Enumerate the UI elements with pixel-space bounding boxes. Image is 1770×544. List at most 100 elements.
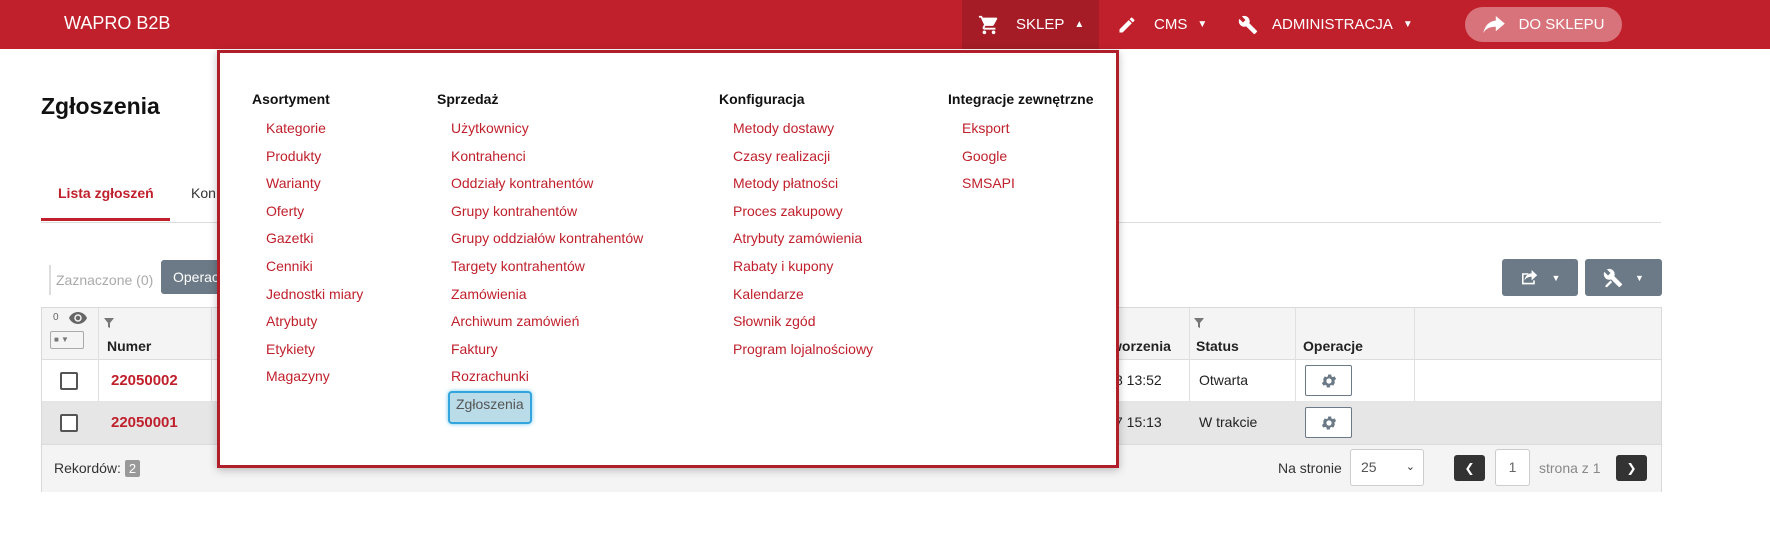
menu-item-cenniki[interactable]: Cenniki (252, 253, 363, 281)
row-operations-button[interactable] (1305, 365, 1352, 396)
menu-item-archiwum-zamowien[interactable]: Archiwum zamówień (437, 308, 643, 336)
sklep-dropdown-menu: Asortyment Kategorie Produkty Warianty O… (217, 50, 1119, 468)
selected-count: Zaznaczone (0) (49, 265, 153, 295)
menu-item-atrybuty-zamowienia[interactable]: Atrybuty zamówienia (719, 225, 873, 253)
go-to-shop-label: DO SKLEPU (1518, 16, 1605, 33)
menu-item-rabaty-kupony[interactable]: Rabaty i kupony (719, 253, 873, 281)
select-all-dropdown[interactable]: ■ ▼ (50, 331, 84, 349)
share-arrow-icon (1482, 15, 1505, 33)
menu-item-eksport[interactable]: Eksport (948, 115, 1094, 143)
menu-item-warianty[interactable]: Warianty (252, 170, 363, 198)
menu-item-rozrachunki[interactable]: Rozrachunki (437, 363, 643, 391)
column-numer[interactable]: Numer (107, 338, 151, 354)
menu-item-metody-platnosci[interactable]: Metody płatności (719, 170, 873, 198)
menu-item-uzytkownicy[interactable]: Użytkownicy (437, 115, 643, 143)
row-date: 8 13:52 (1115, 372, 1162, 388)
row-checkbox[interactable] (60, 372, 78, 390)
chevron-up-icon: ▲ (1074, 19, 1085, 30)
menu-column-asortyment: Asortyment Kategorie Produkty Warianty O… (252, 91, 363, 391)
menu-item-targety[interactable]: Targety kontrahentów (437, 253, 643, 281)
menu-item-google[interactable]: Google (948, 143, 1094, 171)
menu-item-program-lojalnosciowy[interactable]: Program lojalnościowy (719, 336, 873, 364)
gear-icon (1321, 415, 1336, 430)
menu-item-metody-dostawy[interactable]: Metody dostawy (719, 115, 873, 143)
nav-cms[interactable]: CMS ▼ (1117, 0, 1207, 49)
menu-heading: Sprzedaż (437, 91, 499, 107)
menu-heading: Integracje zewnętrzne (948, 91, 1094, 107)
gear-icon (1321, 373, 1336, 388)
caret-down-icon: ▼ (1551, 272, 1561, 283)
active-tab-indicator (41, 218, 170, 221)
nav-cms-label: CMS (1154, 16, 1188, 33)
wrench-icon (1238, 15, 1258, 34)
menu-item-czasy-realizacji[interactable]: Czasy realizacji (719, 143, 873, 171)
tab-second[interactable]: Kon (191, 185, 216, 201)
menu-item-gazetki[interactable]: Gazetki (252, 225, 363, 253)
menu-item-atrybuty[interactable]: Atrybuty (252, 308, 363, 336)
export-icon (1521, 269, 1537, 284)
row-date: 7 15:13 (1115, 414, 1162, 430)
top-navbar: WAPRO B2B SKLEP ▲ CMS ▼ ADMINISTRACJA ▼ … (0, 0, 1770, 49)
column-status[interactable]: Status (1196, 338, 1239, 354)
tab-lista-zgloszen[interactable]: Lista zgłoszeń (58, 185, 154, 201)
brand-logo[interactable]: WAPRO B2B (64, 13, 170, 34)
menu-item-produkty[interactable]: Produkty (252, 143, 363, 171)
column-count: 0 (53, 312, 59, 323)
chevron-down-icon: ⌄ (1405, 461, 1415, 473)
menu-column-sprzedaz: Sprzedaż Użytkownicy Kontrahenci Oddział… (437, 91, 643, 424)
row-status: Otwarta (1199, 372, 1249, 388)
menu-column-konfiguracja: Konfiguracja Metody dostawy Czasy realiz… (719, 91, 873, 363)
tools-icon (1603, 268, 1623, 287)
per-page-value: 25 (1361, 459, 1377, 475)
chevron-down-icon: ▼ (1402, 19, 1413, 30)
menu-item-jednostki-miary[interactable]: Jednostki miary (252, 281, 363, 309)
page-number-input[interactable]: 1 (1495, 449, 1530, 486)
row-number-link[interactable]: 22050002 (111, 372, 178, 389)
menu-item-grupy-kontrahentow[interactable]: Grupy kontrahentów (437, 198, 643, 226)
nav-administracja[interactable]: ADMINISTRACJA ▼ (1238, 0, 1413, 49)
menu-item-grupy-oddzialow[interactable]: Grupy oddziałów kontrahentów (437, 225, 643, 253)
menu-item-proces-zakupowy[interactable]: Proces zakupowy (719, 198, 873, 226)
menu-item-magazyny[interactable]: Magazyny (252, 363, 363, 391)
operations-button[interactable]: Operac (161, 260, 221, 294)
menu-item-slownik-zgod[interactable]: Słownik zgód (719, 308, 873, 336)
menu-item-oddzialy-kontrahentow[interactable]: Oddziały kontrahentów (437, 170, 643, 198)
per-page-label: Na stronie (1278, 460, 1342, 476)
row-status: W trakcie (1199, 414, 1258, 430)
records-count: Rekordów: 2 (54, 460, 141, 477)
menu-item-zgloszenia[interactable]: Zgłoszenia (448, 390, 532, 424)
page-of-label: strona z 1 (1539, 460, 1601, 476)
nav-sklep[interactable]: SKLEP ▲ (962, 0, 1099, 49)
menu-item-smsapi[interactable]: SMSAPI (948, 170, 1094, 198)
row-number-link[interactable]: 22050001 (111, 414, 178, 431)
page-title: Zgłoszenia (41, 93, 160, 119)
menu-heading: Asortyment (252, 91, 330, 107)
menu-item-kontrahenci[interactable]: Kontrahenci (437, 143, 643, 171)
tools-button[interactable]: ▼ (1585, 259, 1662, 296)
menu-item-kalendarze[interactable]: Kalendarze (719, 281, 873, 309)
prev-page-button[interactable]: ❮ (1454, 455, 1485, 481)
menu-item-etykiety[interactable]: Etykiety (252, 336, 363, 364)
eye-icon[interactable] (69, 311, 87, 329)
per-page-select[interactable]: 25 ⌄ (1350, 449, 1424, 486)
records-label: Rekordów: (54, 460, 121, 476)
pencil-icon (1119, 16, 1135, 32)
next-page-button[interactable]: ❯ (1616, 455, 1647, 481)
export-button[interactable]: ▼ (1502, 259, 1578, 296)
nav-administracja-label: ADMINISTRACJA (1272, 16, 1393, 33)
chevron-down-icon: ▼ (1197, 19, 1208, 30)
menu-item-oferty[interactable]: Oferty (252, 198, 363, 226)
menu-column-integracje: Integracje zewnętrzne Eksport Google SMS… (948, 91, 1094, 198)
column-date[interactable]: worzenia (1111, 338, 1171, 354)
row-operations-button[interactable] (1305, 407, 1352, 438)
go-to-shop-button[interactable]: DO SKLEPU (1465, 7, 1622, 42)
filter-icon[interactable] (1194, 315, 1204, 328)
records-badge: 2 (124, 460, 141, 477)
column-operacje: Operacje (1303, 338, 1363, 354)
menu-item-zamowienia[interactable]: Zamówienia (437, 281, 643, 309)
menu-item-kategorie[interactable]: Kategorie (252, 115, 363, 143)
cart-icon (978, 15, 998, 34)
filter-icon[interactable] (104, 315, 114, 328)
row-checkbox[interactable] (60, 414, 78, 432)
menu-item-faktury[interactable]: Faktury (437, 336, 643, 364)
